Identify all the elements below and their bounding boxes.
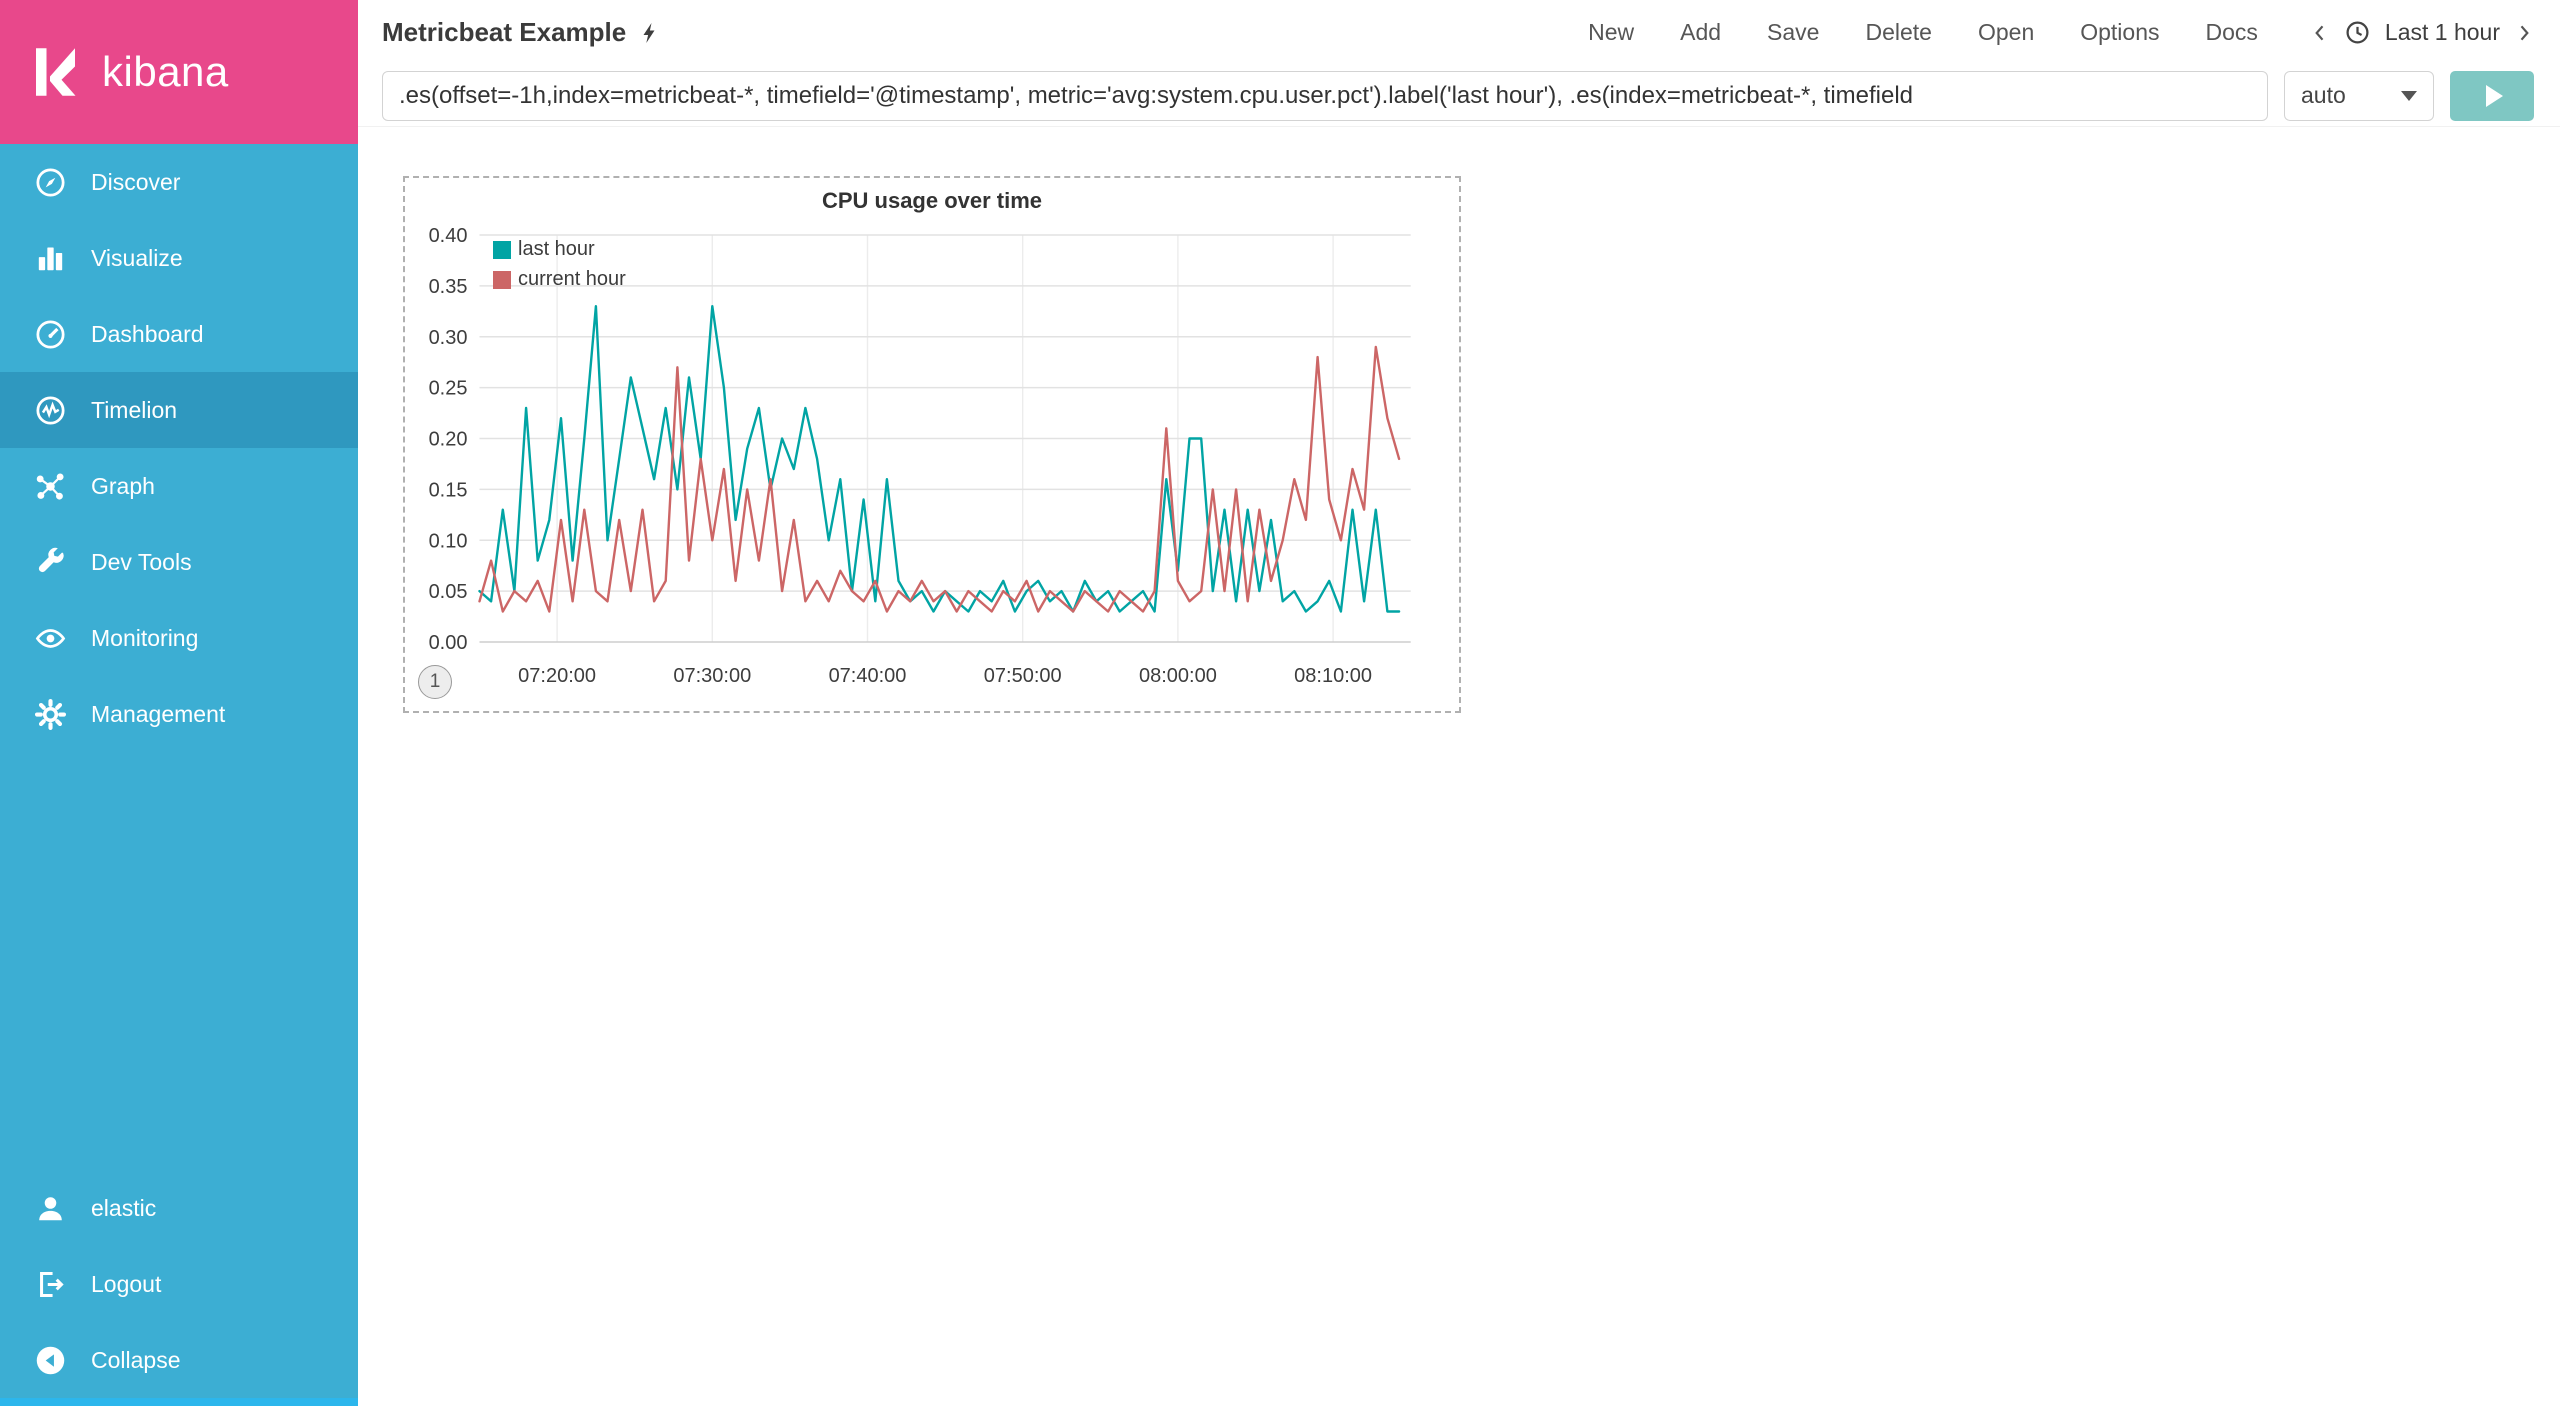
y-tick-label: 0.30	[429, 327, 468, 349]
interval-value: auto	[2301, 82, 2346, 108]
topbar-menu: New Add Save Delete Open Options Docs La…	[1588, 19, 2534, 46]
x-tick-label: 07:50:00	[984, 665, 1062, 687]
y-tick-label: 0.00	[429, 632, 468, 654]
sidebar-item-monitoring[interactable]: Monitoring	[0, 600, 358, 676]
page-title: Metricbeat Example	[382, 17, 627, 47]
user-icon	[34, 1192, 67, 1225]
sidebar-item-label: Timelion	[91, 396, 178, 423]
sidebar-item-label: Visualize	[91, 244, 183, 271]
topbar: Metricbeat Example New Add Save Delete O…	[358, 0, 2560, 65]
chart-legend: last hour current hour	[493, 238, 626, 291]
sidebar-item-timelion[interactable]: Timelion	[0, 372, 358, 448]
kibana-logo-icon	[26, 42, 86, 102]
sidebar-item-user-elastic[interactable]: elastic	[0, 1170, 358, 1246]
bar-chart-icon	[34, 242, 67, 275]
play-icon	[2485, 84, 2503, 107]
main-area: Metricbeat Example New Add Save Delete O…	[358, 0, 2560, 1406]
y-tick-label: 0.20	[429, 429, 468, 451]
y-tick-label: 0.05	[429, 581, 468, 603]
sidebar-item-management[interactable]: Management	[0, 676, 358, 752]
y-tick-label: 0.25	[429, 378, 468, 400]
y-tick-label: 0.35	[429, 276, 468, 298]
x-tick-label: 08:00:00	[1139, 665, 1217, 687]
sidebar-item-label: Dashboard	[91, 320, 204, 347]
legend-item-last-hour: last hour	[493, 238, 626, 261]
sidebar: kibana Discover Visualize Dashboard Time…	[0, 0, 358, 1406]
menu-item-delete[interactable]: Delete	[1865, 19, 1931, 46]
menu-item-options[interactable]: Options	[2080, 19, 2159, 46]
timelion-query-bar: auto	[358, 65, 2560, 127]
interval-select[interactable]: auto	[2284, 70, 2434, 121]
kibana-logo[interactable]: kibana	[0, 0, 358, 144]
eye-icon	[34, 622, 67, 655]
x-tick-label: 07:40:00	[829, 665, 907, 687]
menu-item-add[interactable]: Add	[1680, 19, 1721, 46]
sidebar-item-label: Monitoring	[91, 624, 199, 651]
timelion-icon	[34, 394, 67, 427]
series-last-hour	[478, 304, 1401, 613]
legend-item-current-hour: current hour	[493, 268, 626, 291]
wrench-icon	[34, 546, 67, 579]
gear-icon	[34, 698, 67, 731]
sidebar-item-discover[interactable]: Discover	[0, 144, 358, 220]
menu-item-open[interactable]: Open	[1978, 19, 2034, 46]
sidebar-item-label: elastic	[91, 1194, 157, 1221]
legend-label: current hour	[518, 268, 626, 290]
sidebar-item-label: Collapse	[91, 1346, 181, 1373]
clock-icon	[2344, 19, 2371, 46]
kibana-app: kibana Discover Visualize Dashboard Time…	[0, 0, 2560, 1406]
chevron-down-icon	[2401, 90, 2417, 101]
time-picker-group: Last 1 hour	[2310, 19, 2534, 46]
x-tick-label: 07:20:00	[518, 665, 596, 687]
chevron-right-icon[interactable]	[2514, 20, 2534, 46]
sidebar-item-graph[interactable]: Graph	[0, 448, 358, 524]
sidebar-item-label: Graph	[91, 472, 155, 499]
chevron-left-icon[interactable]	[2310, 20, 2330, 46]
sidebar-item-collapse[interactable]: Collapse	[0, 1322, 358, 1398]
run-expression-button[interactable]	[2450, 70, 2534, 121]
sidebar-item-dev-tools[interactable]: Dev Tools	[0, 524, 358, 600]
timelion-bolt-icon	[638, 19, 662, 47]
sidebar-item-label: Management	[91, 700, 226, 727]
menu-item-save[interactable]: Save	[1767, 19, 1819, 46]
logo-text: kibana	[102, 48, 229, 95]
y-tick-label: 0.15	[429, 479, 468, 501]
sidebar-bottom-strip	[0, 1398, 358, 1406]
menu-item-docs[interactable]: Docs	[2206, 19, 2258, 46]
legend-swatch-1	[493, 270, 511, 289]
sidebar-nav: Discover Visualize Dashboard Timelion Gr…	[0, 144, 358, 752]
sidebar-item-logout[interactable]: Logout	[0, 1246, 358, 1322]
sidebar-item-label: Logout	[91, 1270, 162, 1297]
sidebar-item-visualize[interactable]: Visualize	[0, 220, 358, 296]
sidebar-item-label: Dev Tools	[91, 548, 192, 575]
y-tick-label: 0.10	[429, 530, 468, 552]
content-area: CPU usage over time last hour current ho…	[358, 127, 2560, 1406]
sheet-index-badge: 1	[418, 665, 452, 699]
sidebar-item-dashboard[interactable]: Dashboard	[0, 296, 358, 372]
legend-label: last hour	[518, 238, 595, 260]
compass-icon	[34, 166, 67, 199]
y-tick-label: 0.40	[429, 225, 468, 247]
x-tick-label: 07:30:00	[673, 665, 751, 687]
time-picker-label[interactable]: Last 1 hour	[2385, 19, 2500, 46]
sidebar-footer: elastic Logout Collapse	[0, 1170, 358, 1406]
logout-icon	[34, 1268, 67, 1301]
timelion-chart-panel[interactable]: CPU usage over time last hour current ho…	[403, 176, 1461, 713]
menu-item-new[interactable]: New	[1588, 19, 1634, 46]
timelion-expression-input[interactable]	[382, 70, 2268, 121]
chart-title: CPU usage over time	[821, 188, 1043, 213]
x-tick-label: 08:10:00	[1294, 665, 1372, 687]
sidebar-item-label: Discover	[91, 168, 181, 195]
collapse-icon	[34, 1344, 67, 1377]
graph-network-icon	[34, 470, 67, 503]
gauge-icon	[34, 318, 67, 351]
legend-swatch-0	[493, 240, 511, 259]
title-group: Metricbeat Example	[382, 17, 662, 48]
